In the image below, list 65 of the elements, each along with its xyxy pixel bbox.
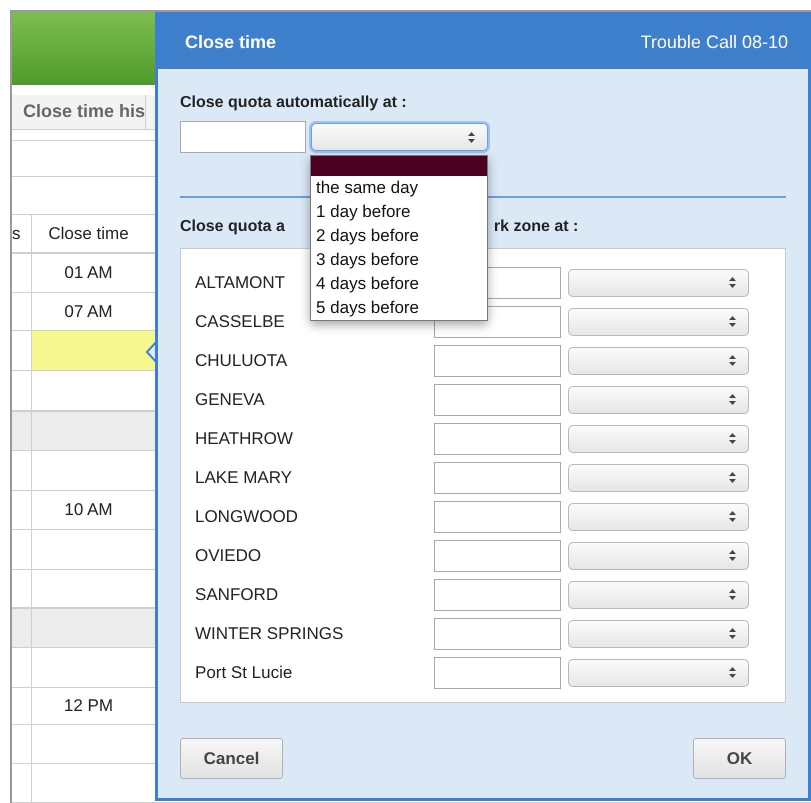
zone-name: ALTAMONT [195, 272, 286, 292]
updown-icon [729, 316, 736, 327]
zone-name: Port St Lucie [195, 662, 292, 682]
cancel-button[interactable]: Cancel [180, 738, 283, 779]
select-field[interactable] [568, 346, 749, 374]
table-cell-text: 07 AM [63, 300, 114, 323]
text-field[interactable] [180, 121, 306, 153]
dropdown-option[interactable]: 2 days before [311, 224, 487, 248]
column-header: s [12, 222, 20, 245]
text-field[interactable] [434, 422, 561, 454]
select-field[interactable] [568, 580, 749, 608]
dropdown-option[interactable]: 1 day before [311, 200, 487, 224]
select-field[interactable] [568, 620, 749, 648]
dropdown-option[interactable]: the same day [311, 176, 487, 200]
select-field[interactable] [568, 268, 749, 296]
dialog-title: Close time [185, 30, 276, 54]
select-field[interactable] [568, 658, 749, 686]
table-cell-text: 01 AM [63, 262, 114, 284]
zone-name: SANFORD [195, 584, 278, 604]
ok-button[interactable]: OK [693, 738, 786, 779]
section-heading: Close quota a [180, 217, 285, 237]
updown-icon [729, 355, 736, 366]
table-cell-text: 12 PM [62, 695, 114, 718]
text-field[interactable] [434, 462, 561, 494]
text-field[interactable] [434, 656, 561, 688]
select-field[interactable] [568, 386, 749, 414]
tab[interactable]: Close time his [12, 94, 146, 130]
updown-icon [729, 433, 736, 444]
updown-icon [729, 628, 736, 639]
updown-icon [729, 394, 736, 405]
select-field[interactable] [568, 424, 749, 452]
select-field[interactable] [568, 308, 749, 336]
zone-name: OVIEDO [195, 546, 262, 564]
text-field[interactable] [434, 618, 561, 650]
text-field[interactable] [434, 578, 561, 610]
select-field[interactable] [311, 123, 488, 151]
table-cell-text: 10 AM [63, 499, 114, 522]
updown-icon [729, 472, 736, 483]
section-heading: rk zone at : [494, 217, 578, 237]
dialog-subtitle: Trouble Call 08-10 [640, 30, 788, 54]
zone-name: HEATHROW [195, 428, 293, 448]
select-field[interactable] [568, 502, 749, 530]
text-field[interactable] [434, 344, 561, 376]
updown-icon [729, 277, 736, 288]
select-field[interactable] [568, 464, 749, 492]
dropdown-option[interactable]: 4 days before [311, 272, 487, 296]
zone-name: CHULUOTA [195, 350, 288, 370]
updown-icon [729, 550, 736, 561]
updown-icon [729, 589, 736, 600]
updown-icon [729, 511, 736, 522]
zone-name: CASSELBE [195, 312, 285, 330]
select-field[interactable] [568, 542, 749, 570]
text-field[interactable] [434, 500, 561, 532]
column-header: Close time [47, 222, 130, 245]
field-label: Close quota automatically at : [180, 93, 408, 113]
zone-name: LONGWOOD [195, 506, 298, 526]
dropdown-option[interactable]: 5 days before [311, 296, 487, 320]
zone-name: LAKE MARY [195, 468, 292, 486]
text-field[interactable] [434, 384, 561, 416]
updown-icon [468, 132, 475, 142]
text-field[interactable] [434, 540, 561, 572]
zone-name: GENEVA [195, 390, 265, 408]
dropdown-option[interactable]: 3 days before [311, 248, 487, 272]
zone-name: WINTER SPRINGS [195, 624, 344, 642]
updown-icon [729, 667, 736, 678]
